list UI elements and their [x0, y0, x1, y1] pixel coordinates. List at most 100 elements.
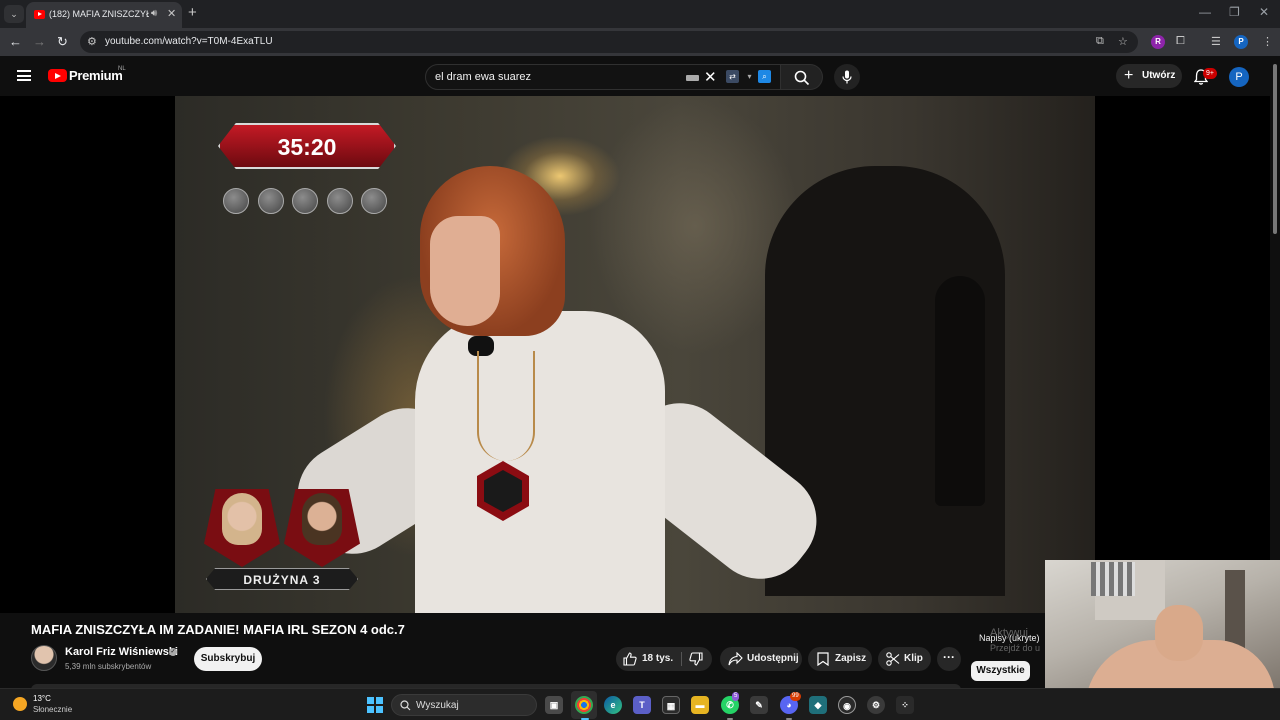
- team-member-photo: [302, 493, 342, 545]
- weather-temperature[interactable]: 13°C: [33, 694, 51, 703]
- back-icon[interactable]: ←: [9, 34, 22, 50]
- url-text[interactable]: youtube.com/watch?v=T0M-4ExaTLU: [105, 36, 273, 47]
- team-label: DRUŻYNA 3: [243, 573, 321, 587]
- teams-icon[interactable]: T: [633, 696, 651, 714]
- team-member-photo: [222, 493, 262, 545]
- reload-icon[interactable]: ↻: [57, 34, 68, 50]
- lens-extension-icon[interactable]: ⌕: [758, 70, 771, 83]
- like-dislike-group: 18 tys.: [616, 647, 712, 671]
- logo-text[interactable]: Premium: [69, 68, 123, 83]
- video-player[interactable]: 35:20 DRUŻYNA 3: [0, 96, 1270, 613]
- thumbs-up-icon[interactable]: [623, 652, 637, 666]
- scene-face: [430, 216, 500, 326]
- voice-search-button[interactable]: [834, 64, 860, 90]
- close-window-icon[interactable]: ✕: [1259, 5, 1269, 19]
- game-timer: 35:20: [218, 123, 396, 169]
- scene-sweater: [415, 311, 665, 613]
- video-title: MAFIA ZNISZCZYŁA IM ZADANIE! MAFIA IRL S…: [31, 622, 405, 637]
- site-info-icon[interactable]: ⚙︎: [87, 35, 97, 48]
- browser-tab[interactable]: (182) MAFIA ZNISZCZYŁA I 🔊︎ ✕: [26, 2, 182, 28]
- search-button[interactable]: [781, 64, 823, 90]
- search-icon: [400, 700, 411, 711]
- share-button[interactable]: Udostępnij: [720, 647, 802, 671]
- microphone-icon: [842, 70, 852, 84]
- restore-icon[interactable]: ❐: [1229, 5, 1240, 19]
- weather-description[interactable]: Słonecznie: [33, 705, 72, 714]
- browser-menu-icon[interactable]: ⋮: [1262, 35, 1273, 48]
- close-tab-icon[interactable]: ✕: [167, 7, 176, 20]
- search-query[interactable]: el dram ewa suarez: [435, 71, 531, 83]
- scene-necklace: [477, 351, 535, 461]
- clear-search-icon[interactable]: ✕: [704, 68, 717, 86]
- clip-button[interactable]: Klip: [878, 647, 931, 671]
- tab-search-button[interactable]: ⌄: [4, 5, 24, 23]
- rune-coin-icon: [223, 188, 249, 214]
- menu-icon[interactable]: [17, 70, 31, 81]
- obs-icon[interactable]: ◉: [838, 696, 856, 714]
- more-actions-button[interactable]: ···: [937, 647, 961, 671]
- scene-background-person: [935, 276, 985, 506]
- taskbar-search-label: Wyszukaj: [416, 700, 459, 711]
- chevron-down-icon[interactable]: ▾: [743, 70, 756, 83]
- browser-tab-bar: ⌄ (182) MAFIA ZNISZCZYŁA I 🔊︎ ✕ + — ❐ ✕: [0, 0, 1280, 28]
- divider: [681, 652, 682, 666]
- webcam-person-head: [1155, 605, 1203, 661]
- translate-extension-icon[interactable]: ⇄: [726, 70, 739, 83]
- browser-profile-avatar[interactable]: P: [1234, 35, 1248, 49]
- rune-coin-icon: [292, 188, 318, 214]
- account-avatar[interactable]: P: [1229, 67, 1249, 87]
- scroll-thumb[interactable]: [1273, 64, 1277, 234]
- save-button[interactable]: Zapisz: [808, 647, 872, 671]
- filter-chip-all[interactable]: Wszystkie: [971, 661, 1030, 681]
- thumbs-down-icon[interactable]: [689, 652, 703, 666]
- plus-icon: +: [1124, 67, 1134, 84]
- search-icon: [794, 70, 810, 86]
- settings-gear-icon[interactable]: ⚙︎: [867, 696, 885, 714]
- notepad-icon[interactable]: ✎: [750, 696, 768, 714]
- reading-list-icon[interactable]: ☰: [1211, 35, 1221, 48]
- bookmark-star-icon[interactable]: ☆: [1118, 35, 1128, 48]
- forward-icon[interactable]: →: [33, 34, 46, 50]
- webcam-wall-frame: [1091, 562, 1135, 596]
- windows-taskbar: 13°C Słonecznie Wyszukaj ▣ e T ▦ ▬ ✆ 5 ✎…: [0, 688, 1280, 720]
- channel-name[interactable]: Karol Friz Wiśniewski: [65, 646, 178, 658]
- share-label: Udostępnij: [747, 653, 799, 664]
- task-view-icon[interactable]: ▣: [545, 696, 563, 714]
- minimize-icon[interactable]: —: [1199, 5, 1211, 19]
- scissors-icon: [886, 652, 900, 666]
- notifications-badge: 9+: [1203, 68, 1217, 79]
- region-code: NL: [118, 66, 126, 72]
- create-label: Utwórz: [1142, 70, 1176, 81]
- install-app-icon[interactable]: ⧉: [1096, 35, 1104, 48]
- rune-coin-icon: [258, 188, 284, 214]
- file-explorer-icon[interactable]: ▬: [691, 696, 709, 714]
- chrome-icon[interactable]: [575, 696, 593, 714]
- verified-check-icon: ✓: [169, 648, 177, 656]
- captions-tooltip: Napisy (ukryte): [979, 633, 1040, 643]
- share-icon: [728, 652, 743, 666]
- create-button[interactable]: + Utwórz: [1116, 64, 1182, 88]
- extension-icon[interactable]: R: [1151, 35, 1165, 49]
- address-bar[interactable]: ⚙︎ youtube.com/watch?v=T0M-4ExaTLU ⧉ ☆: [80, 31, 1138, 53]
- edge-icon[interactable]: e: [604, 696, 622, 714]
- extensions-puzzle-icon[interactable]: ⧠: [1176, 35, 1185, 48]
- discord-badge: 99: [790, 692, 801, 701]
- search-input[interactable]: el dram ewa suarez ✕ ⇄ ▾ ⌕: [425, 64, 781, 90]
- channel-avatar[interactable]: [31, 645, 57, 671]
- app-icon[interactable]: ◆: [809, 696, 827, 714]
- speaker-icon[interactable]: 🔊︎: [151, 8, 157, 19]
- taskbar-search[interactable]: Wyszukaj: [391, 694, 537, 716]
- subscribe-button[interactable]: Subskrybuj: [194, 647, 262, 671]
- new-tab-button[interactable]: +: [188, 5, 197, 21]
- youtube-logo-icon[interactable]: [48, 69, 67, 82]
- start-windows-icon[interactable]: [367, 697, 383, 713]
- keyboard-icon[interactable]: [686, 75, 699, 81]
- like-count[interactable]: 18 tys.: [642, 647, 673, 671]
- subscriber-count: 5,39 mln subskrybentów: [65, 662, 152, 671]
- sun-icon[interactable]: [13, 697, 27, 711]
- app-grid-icon[interactable]: ⁘: [896, 696, 914, 714]
- store-icon[interactable]: ▦: [662, 696, 680, 714]
- browser-toolbar: ← → ↻ ⚙︎ youtube.com/watch?v=T0M-4ExaTLU…: [0, 28, 1280, 56]
- rune-coin-icon: [361, 188, 387, 214]
- youtube-header: Premium NL el dram ewa suarez ✕ ⇄ ▾ ⌕ + …: [0, 56, 1280, 96]
